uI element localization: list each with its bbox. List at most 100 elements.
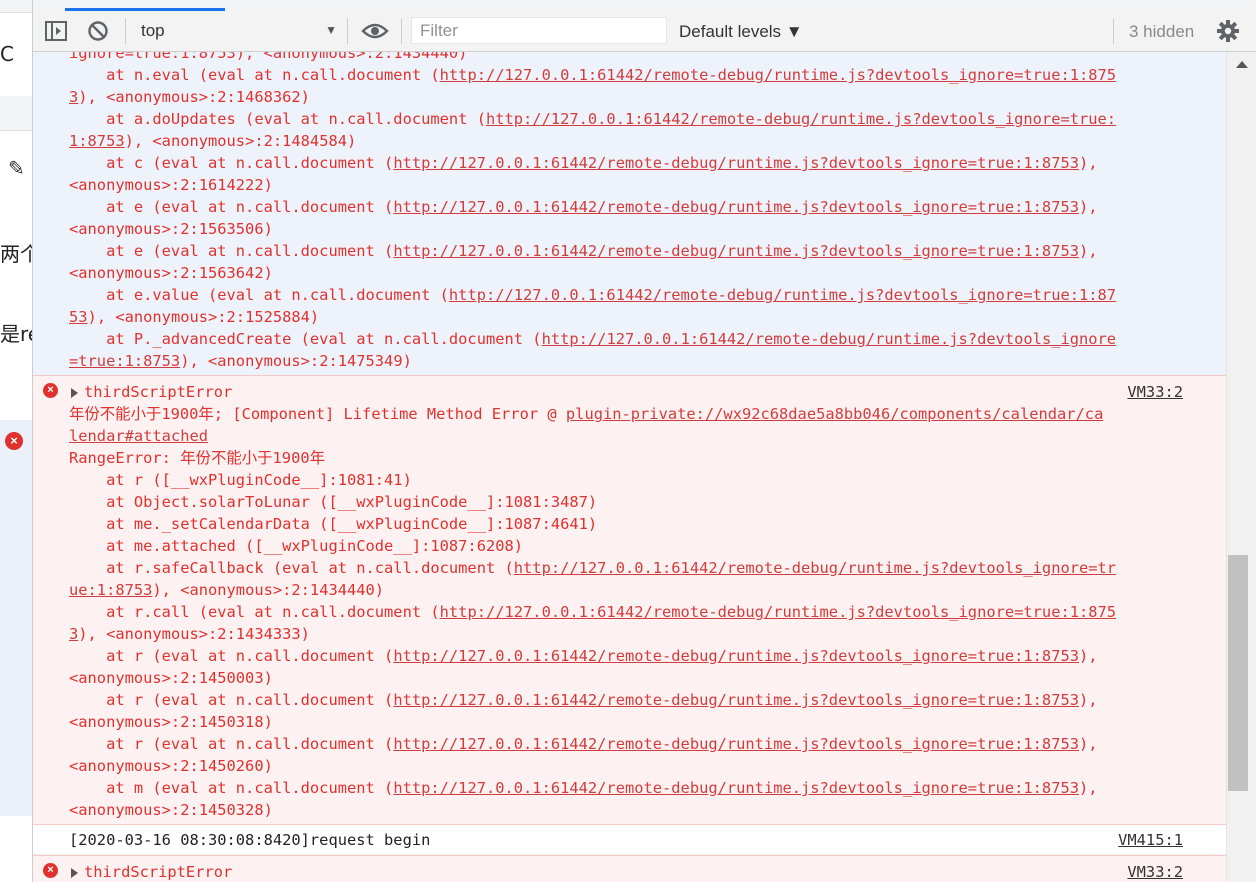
console-scrollbar[interactable] [1226,52,1256,882]
stack-text: ), [1079,242,1098,260]
devtools-panel: top ▼ Default levels ▼ 3 hidden ignore=t… [32,0,1256,882]
stack-line: at a.doUpdates (eval at n.call.document … [69,108,1116,130]
log-levels-dropdown[interactable]: Default levels ▼ [679,22,803,42]
page-highlight [0,420,32,816]
stack-url-link[interactable]: http://127.0.0.1:61442/remote-debug/runt… [393,154,1079,172]
error-icon: × [5,432,23,450]
stack-line: at r.safeCallback (eval at n.call.docume… [69,557,1116,579]
stack-text: <anonymous>:2:1450260) [69,757,273,775]
expand-triangle-icon [71,387,78,398]
stack-url-link[interactable]: http://127.0.0.1:61442/remote-debug/runt… [440,603,1116,621]
page-fragment-c: C [0,42,14,66]
stack-url-link[interactable]: http://127.0.0.1:61442/remote-debug/runt… [514,559,1116,577]
background-page-strip: C ✎ 两个 是re × [0,0,32,882]
context-value: top [141,21,165,40]
hidden-count: 3 hidden [1129,22,1195,41]
stack-line: at r (eval at n.call.document (http://12… [69,645,1097,667]
stack-line: <anonymous>:2:1563506) [69,218,273,240]
toolbar-separator [401,18,402,44]
stack-text: ), [1079,779,1098,797]
stack-url-link[interactable]: http://127.0.0.1:61442/remote-debug/runt… [393,242,1079,260]
error-summary: thirdScriptError [84,383,233,401]
stack-line: <anonymous>:2:1450260) [69,755,273,777]
pencil-icon: ✎ [8,158,25,180]
stack-line: 53), <anonymous>:2:1525884) [69,306,319,328]
stack-text: ), [1079,735,1098,753]
stack-line: <anonymous>:2:1450318) [69,711,273,733]
sidebar-toggle-icon[interactable] [43,18,69,44]
stack-url-link[interactable]: http://127.0.0.1:61442/remote-debug/runt… [393,735,1079,753]
stack-url-link[interactable]: 3 [69,625,78,643]
stack-url-link[interactable]: 1:8753 [69,132,125,150]
stack-url-link[interactable]: http://127.0.0.1:61442/remote-debug/runt… [542,330,1117,348]
toolbar-separator [347,18,348,44]
filter-input[interactable] [411,17,667,44]
stack-text: at e (eval at n.call.document ( [69,242,394,260]
scrollbar-thumb[interactable] [1228,555,1248,791]
stack-line: at r.call (eval at n.call.document (http… [69,601,1116,623]
stack-url-link[interactable]: plugin-private://wx92c68dae5a8bb046/comp… [566,405,1103,423]
console-error-message: × thirdScriptError VM33:2 [33,855,1227,882]
stack-line: at Object.solarToLunar ([__wxPluginCode_… [69,491,597,513]
context-selector[interactable]: top ▼ [131,18,337,44]
stack-line: 1:8753), <anonymous>:2:1484584) [69,130,356,152]
stack-line: at e (eval at n.call.document (http://12… [69,240,1098,262]
stack-line: 3), <anonymous>:2:1434333) [69,623,310,645]
error-icon: × [43,383,58,398]
stack-line: 年份不能小于1900年; [Component] Lifetime Method… [69,403,1103,425]
stack-url-link[interactable]: http://127.0.0.1:61442/remote-debug/runt… [449,286,1116,304]
stack-url-link[interactable]: lendar#attached [69,427,208,445]
page-top-band [0,0,32,13]
stack-line: at m (eval at n.call.document (http://12… [69,777,1098,799]
stack-text: at r.safeCallback (eval at n.call.docume… [69,559,514,577]
active-tab-indicator [65,8,225,11]
stack-text: <anonymous>:2:1450318) [69,713,273,731]
stack-url-link[interactable]: http://127.0.0.1:61442/remote-debug/runt… [393,198,1079,216]
eye-icon[interactable] [359,18,391,44]
stack-line: RangeError: 年份不能小于1900年 [69,447,325,469]
error-summary-toggle[interactable]: thirdScriptError [71,381,232,403]
stack-text: at c (eval at n.call.document ( [69,154,394,172]
stack-text: at r (eval at n.call.document ( [69,647,394,665]
stack-url-link[interactable]: =true:1:8753 [69,352,180,370]
console-log-message: [2020-03-16 08:30:08:8420]request begin … [33,825,1227,855]
gear-icon[interactable] [1215,18,1241,44]
stack-line: at me.attached ([__wxPluginCode__]:1087:… [69,535,523,557]
stack-text: at Object.solarToLunar ([__wxPluginCode_… [69,493,598,511]
page-fragment-shire: 是re [0,322,32,346]
stack-text: <anonymous>:2:1563642) [69,264,273,282]
stack-text: ), [1079,154,1098,172]
stack-url-link[interactable]: 3 [69,88,78,106]
source-link[interactable]: VM33:2 [1127,861,1183,882]
stack-text: <anonymous>:2:1450328) [69,801,273,819]
stack-url-link[interactable]: http://127.0.0.1:61442/remote-debug/runt… [393,691,1079,709]
source-link[interactable]: VM33:2 [1127,381,1183,403]
stack-text: ), <anonymous>:2:1525884) [87,308,320,326]
error-summary: thirdScriptError [84,863,233,881]
stack-line: at n.eval (eval at n.call.document (http… [69,64,1116,86]
stack-text: <anonymous>:2:1450003) [69,669,273,687]
stack-text: <anonymous>:2:1563506) [69,220,273,238]
stack-url-link[interactable]: 53 [69,308,88,326]
source-link[interactable]: VM415:1 [1118,829,1183,851]
stack-line: at r (eval at n.call.document (http://12… [69,733,1098,755]
stack-line: <anonymous>:2:1614222) [69,174,273,196]
stack-line: <anonymous>:2:1563642) [69,262,273,284]
stack-line: 3), <anonymous>:2:1468362) [69,86,310,108]
stack-url-link[interactable]: http://127.0.0.1:61442/remote-debug/runt… [393,779,1079,797]
clear-console-icon[interactable] [85,18,111,44]
stack-line: at me._setCalendarData ([__wxPluginCode_… [69,513,597,535]
stack-text: at m (eval at n.call.document ( [69,779,394,797]
stack-url-link[interactable]: ue:1:8753 [69,581,152,599]
stack-url-link[interactable]: http://127.0.0.1:61442/remote-debug/runt… [393,647,1079,665]
stack-line: ue:1:8753), <anonymous>:2:1434440) [69,579,384,601]
stack-url-link[interactable]: http://127.0.0.1:61442/remote-debug/runt… [486,110,1116,128]
error-summary-toggle[interactable]: thirdScriptError [71,861,232,882]
page-band [0,96,32,131]
scroll-up-arrow-icon[interactable] [1236,61,1248,68]
stack-text: ignore=true:1:8753), <anonymous>:2:14344… [69,52,468,62]
stack-text: at r ([__wxPluginCode__]:1081:41) [69,471,412,489]
stack-url-link[interactable]: http://127.0.0.1:61442/remote-debug/runt… [440,66,1116,84]
stack-line: at P._advancedCreate (eval at n.call.doc… [69,328,1116,350]
stack-text: ), [1079,198,1098,216]
